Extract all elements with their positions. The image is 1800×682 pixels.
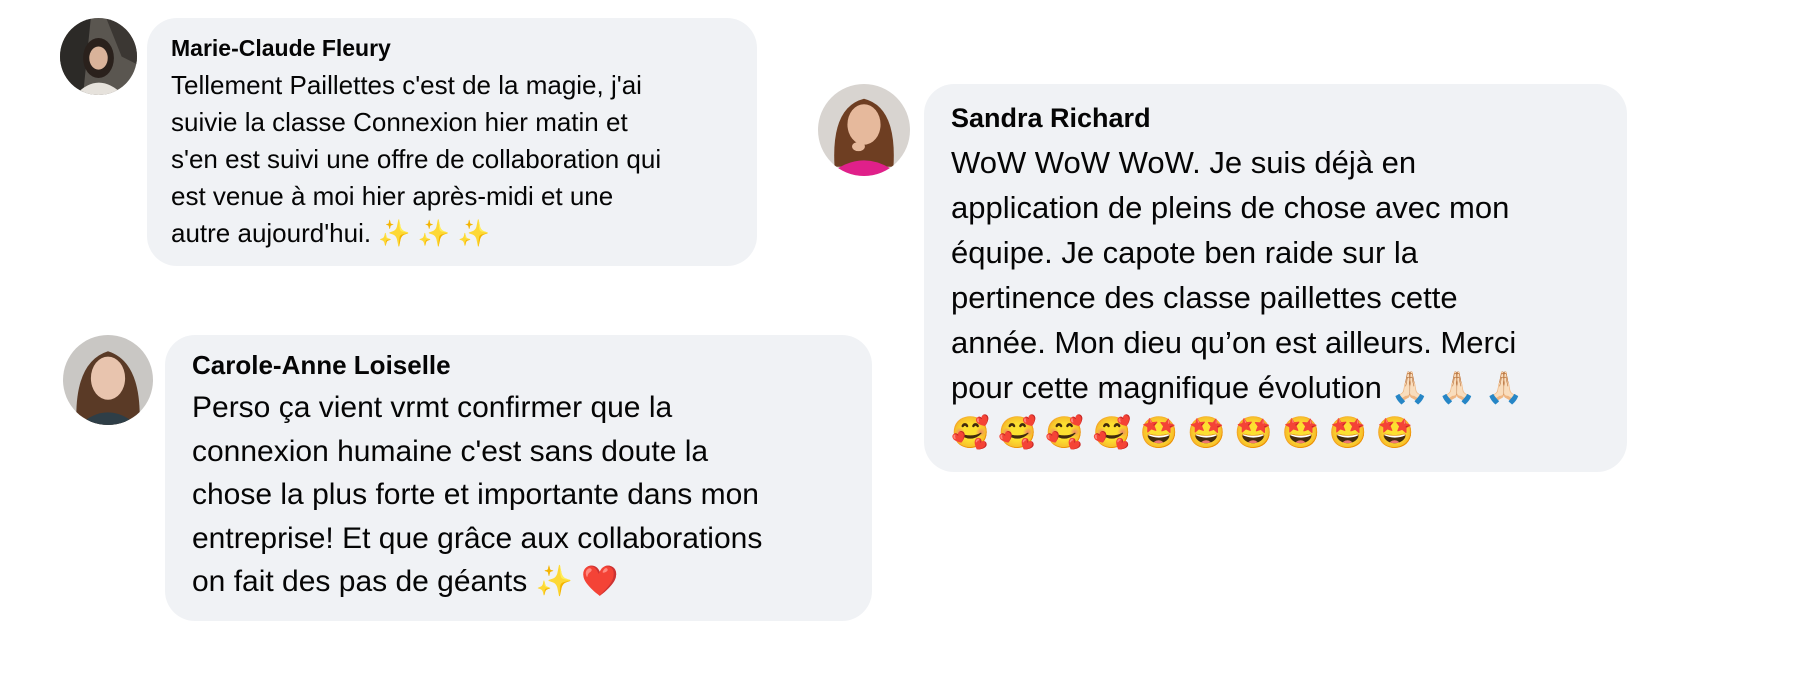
comment-author[interactable]: Sandra Richard: [951, 101, 1600, 135]
avatar[interactable]: [63, 335, 153, 425]
comment-bubble: Sandra Richard WoW WoW WoW. Je suis déjà…: [924, 84, 1627, 472]
comment-text: Perso ça vient vrmt confirmer que la con…: [192, 391, 763, 598]
avatar[interactable]: [818, 84, 910, 176]
comment-bubble: Carole-Anne Loiselle Perso ça vient vrmt…: [165, 335, 872, 621]
profile-photo-icon: [818, 84, 910, 176]
comment-text: Tellement Paillettes c'est de la magie, …: [171, 70, 662, 248]
avatar[interactable]: [60, 18, 137, 95]
comment-author[interactable]: Marie-Claude Fleury: [171, 33, 733, 63]
comment-text: WoW WoW WoW. Je suis déjà en application…: [951, 145, 1524, 450]
comment-author[interactable]: Carole-Anne Loiselle: [192, 348, 845, 382]
profile-photo-icon: [60, 18, 137, 95]
profile-photo-icon: [63, 335, 153, 425]
comment-bubble: Marie-Claude Fleury Tellement Paillettes…: [147, 18, 757, 266]
